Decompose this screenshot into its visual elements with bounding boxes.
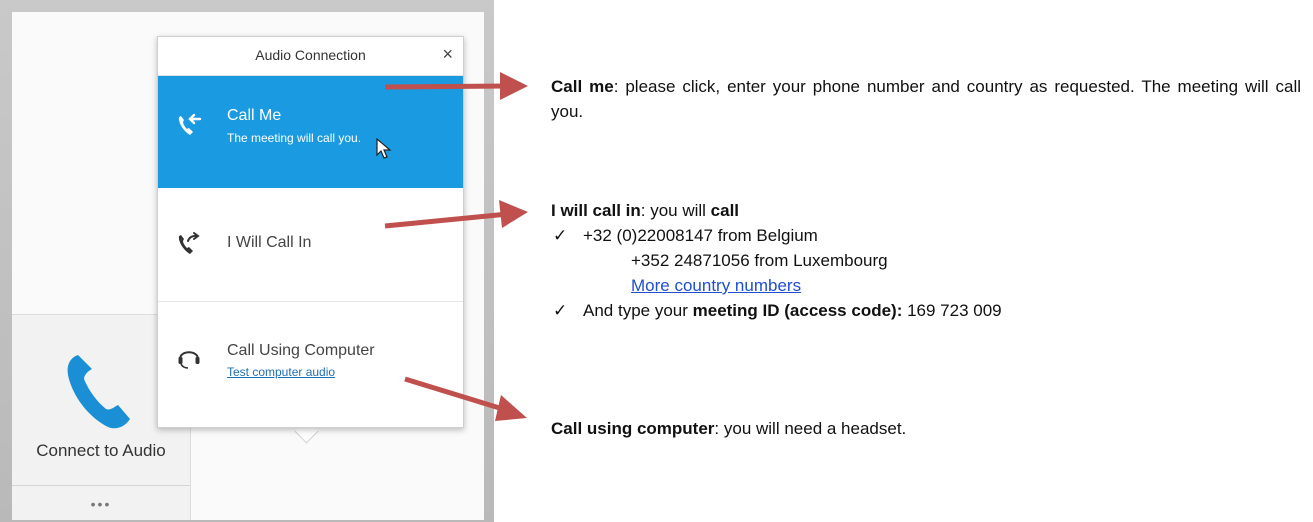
close-icon[interactable]: × (442, 44, 453, 65)
test-computer-audio-link[interactable]: Test computer audio (227, 365, 335, 379)
call-in-icon (178, 232, 200, 254)
more-country-numbers-row: More country numbers (551, 273, 1291, 298)
headset-icon (178, 351, 200, 369)
checkmark-icon: ✓ (553, 301, 568, 320)
call-in-annotation: I will call in: you will call ✓ +32 (0)2… (551, 198, 1291, 323)
meeting-id-row: ✓ And type your meeting ID (access code)… (551, 298, 1291, 323)
meeting-window: Connect to Audio ••• Audio Connection × … (12, 12, 484, 520)
screenshot-frame: Connect to Audio ••• Audio Connection × … (0, 0, 494, 522)
popup-header: Audio Connection × (158, 37, 463, 76)
more-options-button[interactable]: ••• (12, 485, 190, 520)
audio-connection-popup: Audio Connection × Call Me The meeting w… (157, 36, 464, 428)
call-in-annotation-bold: I will call in (551, 201, 641, 220)
call-me-annotation-bold: Call me (551, 77, 614, 96)
call-in-title: I Will Call In (227, 234, 312, 251)
computer-annotation-text: : you will need a headset. (714, 419, 907, 438)
call-me-annotation-text: : please click, enter your phone number … (551, 77, 1301, 121)
call-using-computer-option[interactable]: Call Using Computer Test computer audio (158, 302, 463, 426)
number-belgium: ✓ +32 (0)22008147 from Belgium (551, 223, 1291, 248)
meeting-id-label: meeting ID (access code): (692, 301, 903, 320)
call-me-option[interactable]: Call Me The meeting will call you. (158, 76, 463, 188)
call-me-subtitle: The meeting will call you. (227, 131, 362, 145)
number-belgium-text: +32 (0)22008147 from Belgium (583, 226, 818, 245)
call-me-title: Call Me (227, 107, 282, 124)
call-me-annotation: Call me: please click, enter your phone … (551, 74, 1301, 124)
call-me-icon (178, 113, 202, 135)
call-in-heading: I will call in: you will call (551, 198, 1291, 223)
checkmark-icon: ✓ (553, 226, 568, 245)
meeting-id-value: 169 723 009 (902, 301, 1002, 320)
computer-annotation-bold: Call using computer (551, 419, 715, 438)
call-in-annotation-text: : you will (640, 201, 711, 220)
connect-to-audio-label: Connect to Audio (36, 441, 166, 460)
call-in-annotation-bold-call: call (710, 201, 740, 220)
call-using-computer-title: Call Using Computer (227, 342, 375, 359)
mouse-cursor-icon (376, 138, 392, 159)
phone-icon (67, 355, 130, 429)
popup-title: Audio Connection (255, 47, 366, 63)
more-country-numbers-link[interactable]: More country numbers (631, 276, 801, 295)
call-in-option[interactable]: I Will Call In (158, 189, 463, 302)
meeting-id-text: And type your (583, 301, 693, 320)
call-using-computer-annotation: Call using computer: you will need a hea… (551, 416, 1291, 441)
number-luxembourg: +352 24871056 from Luxembourg (631, 251, 888, 270)
